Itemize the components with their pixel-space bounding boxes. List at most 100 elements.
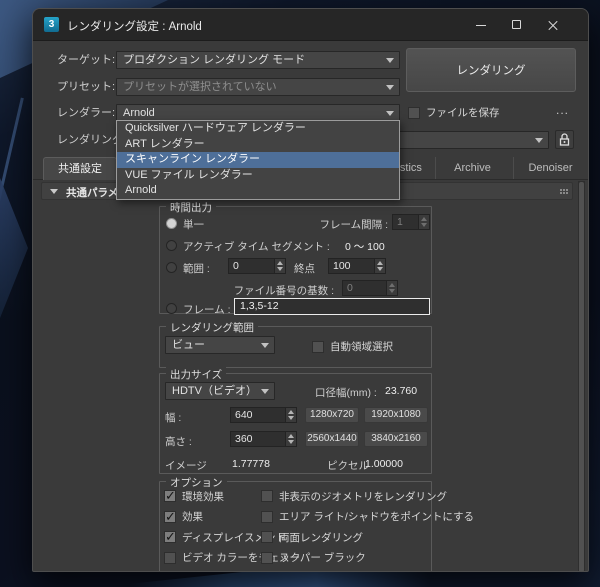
menu-item-vue-file-renderer[interactable]: VUE ファイル レンダラー	[117, 168, 399, 184]
pixel-aspect-value: 1.00000	[365, 458, 403, 470]
desktop: 3 レンダリング設定 : Arnold ターゲット: プロダクション レンダリン…	[0, 0, 600, 587]
auto-region-checkbox[interactable]: 自動領域選択	[312, 339, 393, 354]
checkbox-render-hidden-geometry[interactable]: 非表示のジオメトリをレンダリング	[261, 489, 474, 504]
frames-label: フレーム :	[183, 304, 231, 316]
aperture-width-label: 口径幅(mm) :	[315, 387, 377, 399]
checkbox-field-render[interactable]: フィールド レンダリング	[164, 571, 261, 572]
minimize-icon	[476, 25, 486, 26]
options-group: オプション 環境効果 非表示のジオメトリをレンダリング 効果 エリア ライト/シ…	[159, 475, 474, 572]
checkbox[interactable]	[408, 106, 420, 119]
menu-item-scanline-renderer[interactable]: スキャンライン レンダラー	[117, 152, 399, 168]
title-bar[interactable]: 3 レンダリング設定 : Arnold	[33, 9, 588, 41]
rollout-collapse-arrow-icon	[50, 189, 58, 194]
panel-grip-icon	[560, 189, 562, 191]
target-dropdown[interactable]: プロダクション レンダリング モード	[116, 51, 400, 69]
lock-icon	[559, 133, 570, 146]
output-size-preset-dropdown[interactable]: HDTV（ビデオ）	[165, 382, 275, 400]
checkbox[interactable]	[164, 551, 176, 564]
wallpaper-streak	[0, 97, 24, 245]
time-output-group: 時間出力 単一 フレーム間隔 : 1 アクティブ タイム セグメント : 0 ～…	[159, 200, 432, 316]
checkbox-force-2-sided[interactable]: 両面レンダリング	[261, 530, 474, 545]
target-label: ターゲット:	[57, 54, 116, 66]
checkbox-atmospherics[interactable]: 環境効果	[164, 488, 261, 504]
checkbox[interactable]	[261, 551, 273, 564]
dropdown-arrow-icon	[261, 343, 269, 348]
close-button[interactable]	[535, 9, 571, 41]
preset-dropdown[interactable]: プリセットが選択されていない	[116, 78, 400, 96]
file-number-base-label: ファイル番号の基数 :	[233, 285, 334, 297]
spinner-arrows-icon[interactable]	[418, 215, 429, 229]
render-button[interactable]: レンダリング	[406, 48, 576, 92]
checkbox[interactable]	[164, 529, 176, 545]
checkbox-video-color-check[interactable]: ビデオ カラーをチェック	[164, 550, 300, 565]
range-end-spinner[interactable]: 100	[328, 258, 386, 274]
size-button-3840x2160[interactable]: 3840x2160	[364, 431, 428, 447]
size-button-1280x720[interactable]: 1280x720	[305, 407, 359, 423]
checkbox-effects[interactable]: 効果	[164, 509, 261, 525]
spinner-arrows-icon[interactable]	[386, 281, 397, 295]
range-label: 範囲 :	[183, 263, 210, 275]
size-button-2560x1440[interactable]: 2560x1440	[305, 431, 359, 447]
checkbox[interactable]	[312, 340, 324, 353]
menu-item-art-renderer[interactable]: ART レンダラー	[117, 137, 399, 153]
frames-input[interactable]: 1,3,5-12	[234, 298, 430, 315]
renderer-dropdown-menu: Quicksilver ハードウェア レンダラー ART レンダラー スキャンラ…	[116, 120, 400, 200]
dropdown-arrow-icon	[386, 58, 394, 63]
every-nth-spinner[interactable]: 1	[392, 214, 430, 230]
checkbox[interactable]	[164, 488, 176, 504]
save-file-checkbox[interactable]: ファイルを保存	[408, 105, 500, 120]
3dsmax-app-icon: 3	[44, 17, 59, 32]
spinner-arrows-icon[interactable]	[274, 259, 285, 273]
radio-frames[interactable]	[166, 303, 177, 314]
tab-archive[interactable]: Archive	[435, 157, 509, 179]
checkbox[interactable]	[164, 509, 176, 525]
radio-active-time-segment[interactable]	[166, 240, 177, 251]
menu-item-arnold[interactable]: Arnold	[117, 183, 399, 199]
checkbox-displacement[interactable]: ディスプレイスメント	[164, 529, 286, 545]
wallpaper-streak	[0, 178, 28, 318]
image-aspect-label: イメージ	[165, 460, 207, 472]
height-label: 高さ :	[165, 436, 192, 448]
spinner-arrows-icon[interactable]	[285, 408, 296, 422]
width-label: 幅 :	[165, 412, 182, 424]
tab-denoiser[interactable]: Denoiser	[513, 157, 587, 179]
height-spinner[interactable]: 360	[230, 431, 297, 447]
checkbox[interactable]	[261, 490, 273, 503]
renderer-label: レンダラー:	[57, 107, 116, 119]
pixel-aspect-label: ピクセル	[327, 460, 369, 472]
dropdown-arrow-icon	[261, 389, 269, 394]
output-size-group: 出力サイズ HDTV（ビデオ） 口径幅(mm) : 23.760 幅 : 640…	[159, 367, 432, 474]
dropdown-arrow-icon	[386, 85, 394, 90]
tab-common[interactable]: 共通設定	[43, 157, 117, 180]
maximize-button[interactable]	[499, 9, 535, 41]
spinner-arrows-icon[interactable]	[374, 259, 385, 273]
aperture-width-value: 23.760	[385, 385, 418, 397]
checkbox-super-black[interactable]: スーパー ブラック	[261, 550, 474, 565]
range-start-spinner[interactable]: 0	[228, 258, 286, 274]
area-to-render-group: レンダリング範囲 ビュー 自動領域選択	[159, 320, 432, 368]
minimize-button[interactable]	[463, 9, 499, 41]
render-setup-window: 3 レンダリング設定 : Arnold ターゲット: プロダクション レンダリン…	[32, 8, 589, 572]
spinner-arrows-icon[interactable]	[285, 432, 296, 446]
file-number-base-spinner[interactable]: 0	[342, 280, 398, 296]
active-segment-label: アクティブ タイム セグメント :	[183, 241, 330, 253]
dropdown-arrow-icon	[386, 111, 394, 116]
scrollbar-thumb[interactable]	[579, 182, 584, 571]
radio-single[interactable]	[166, 218, 177, 229]
preset-label: プリセット:	[57, 81, 116, 93]
area-to-render-dropdown[interactable]: ビュー	[165, 336, 275, 354]
checkbox-area-lights-as-points[interactable]: エリア ライト/シャドウをポイントにする	[261, 509, 474, 524]
width-spinner[interactable]: 640	[230, 407, 297, 423]
viewport-lock-button[interactable]	[555, 130, 574, 149]
menu-item-quicksilver[interactable]: Quicksilver ハードウェア レンダラー	[117, 121, 399, 137]
checkbox[interactable]	[261, 531, 273, 544]
radio-range[interactable]	[166, 262, 177, 273]
size-button-1920x1080[interactable]: 1920x1080	[364, 407, 428, 423]
every-nth-label: フレーム間隔 :	[319, 219, 388, 231]
single-label: 単一	[183, 219, 204, 231]
vertical-scrollbar[interactable]	[578, 181, 585, 571]
file-options-button[interactable]: ...	[556, 103, 569, 117]
range-to-label: 終点	[294, 263, 315, 275]
checkbox[interactable]	[261, 510, 273, 523]
options-grid: 環境効果 非表示のジオメトリをレンダリング 効果 エリア ライト/シャドウをポイ…	[164, 486, 474, 572]
